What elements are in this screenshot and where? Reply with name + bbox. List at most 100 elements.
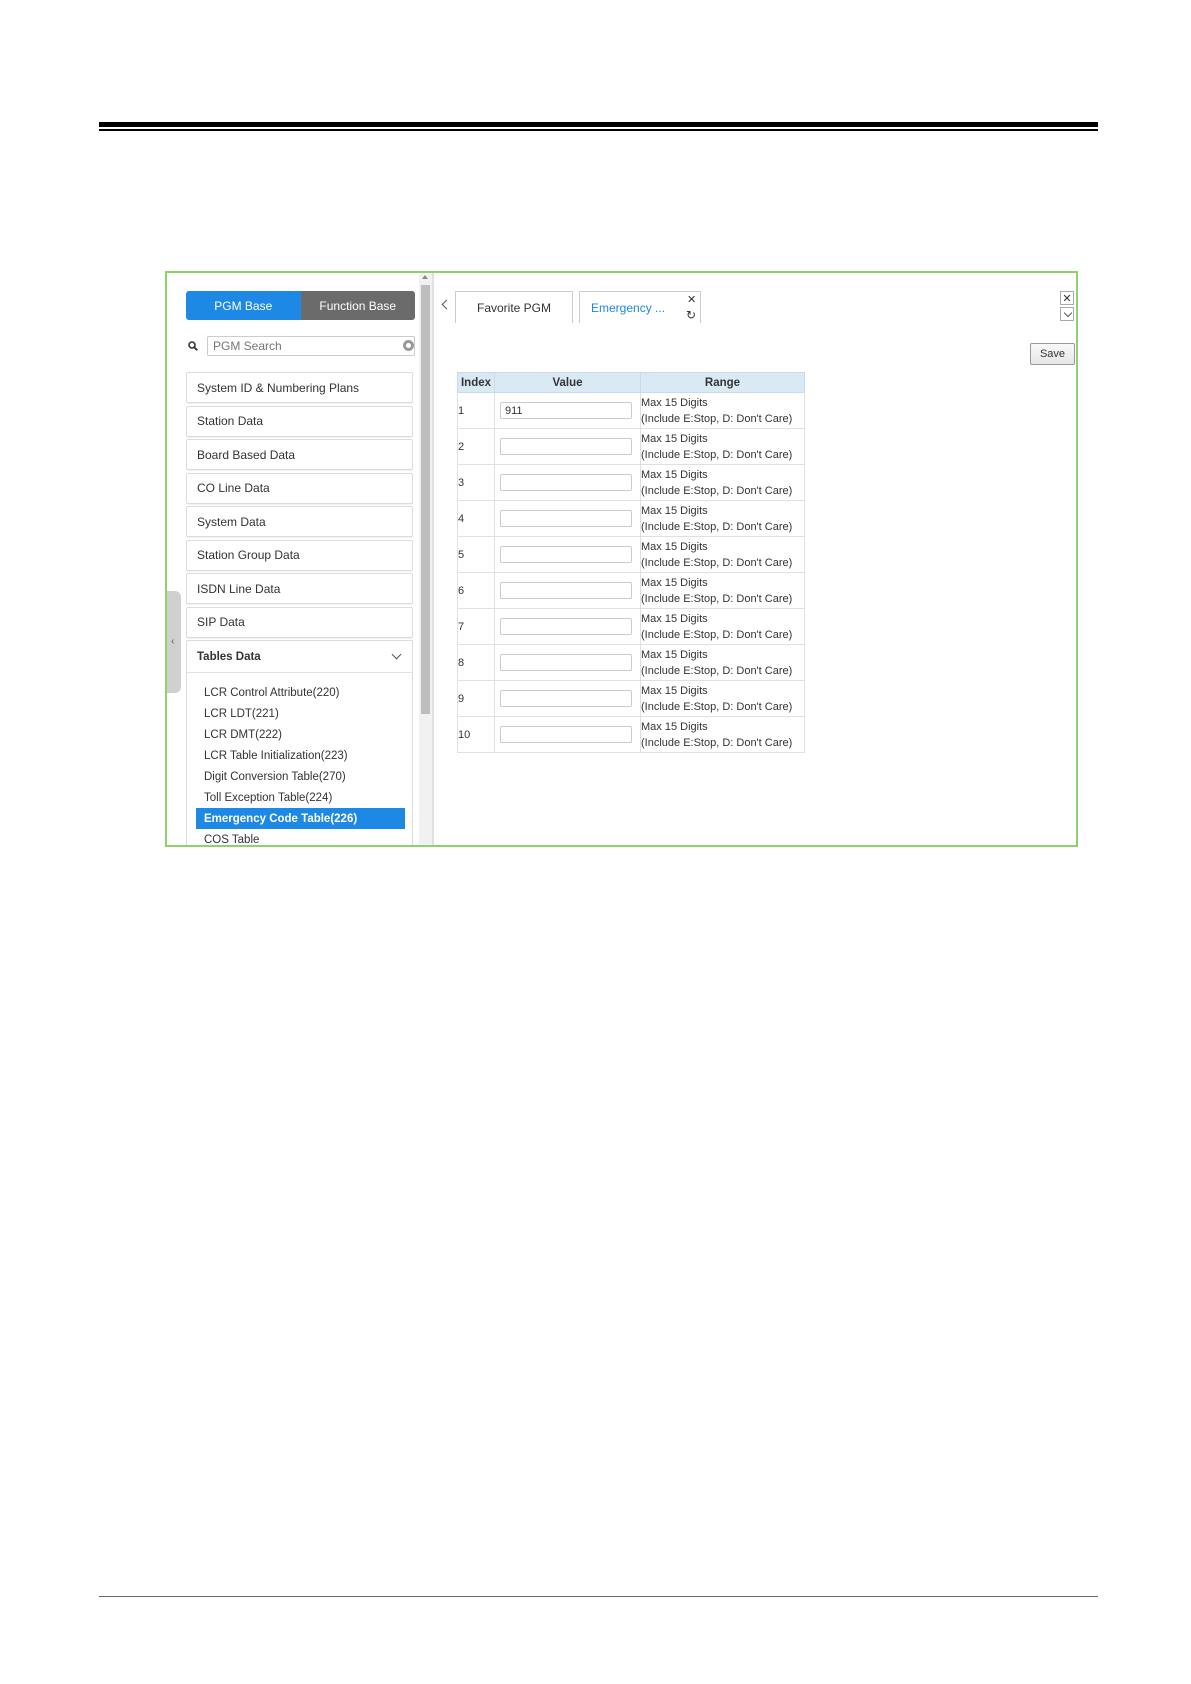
row-index: 2 [457, 428, 495, 465]
tab-emergency-code-table[interactable]: Emergency ... [579, 291, 701, 323]
value-input[interactable] [500, 726, 632, 743]
value-input[interactable] [500, 546, 632, 563]
pgm-search-input[interactable] [207, 336, 415, 356]
value-cell [494, 608, 641, 645]
range-line-2: (Include E:Stop, D: Don't Care) [641, 556, 793, 569]
table-row: 7 Max 15 Digits (Include E:Stop, D: Don't … [457, 608, 805, 645]
value-input[interactable] [500, 654, 632, 671]
function-base-button[interactable]: Function Base [300, 291, 415, 320]
range-cell: Max 15 Digits (Include E:Stop, D: Don't C… [640, 464, 805, 501]
range-line-2: (Include E:Stop, D: Don't Care) [641, 700, 793, 713]
row-index: 10 [457, 716, 495, 753]
sidebar-item-isdn-line-data[interactable]: ISDN Line Data [186, 573, 413, 604]
range-line-1: Max 15 Digits [641, 684, 708, 697]
sidebar-item-system-id[interactable]: System ID & Numbering Plans [186, 372, 413, 403]
value-cell [494, 464, 641, 501]
submenu-item[interactable]: LCR Control Attribute(220) [187, 682, 412, 703]
range-line-2: (Include E:Stop, D: Don't Care) [641, 736, 793, 749]
row-index: 1 [457, 392, 495, 429]
pgm-base-button[interactable]: PGM Base [186, 291, 301, 320]
table-row: 4 Max 15 Digits (Include E:Stop, D: Don't … [457, 500, 805, 537]
sidebar-group-header[interactable]: Tables Data [187, 641, 412, 673]
range-cell: Max 15 Digits (Include E:Stop, D: Don't C… [640, 428, 805, 465]
range-line-2: (Include E:Stop, D: Don't Care) [641, 484, 793, 497]
value-input[interactable] [500, 438, 632, 455]
refresh-icon[interactable]: ↻ [686, 308, 696, 322]
chevron-down-icon[interactable] [1060, 307, 1074, 321]
table-row: 10 Max 15 Digits (Include E:Stop, D: Don't… [457, 716, 805, 753]
scroll-up-arrow-icon[interactable] [422, 275, 428, 279]
chevron-down-icon [391, 649, 402, 660]
value-input[interactable] [500, 510, 632, 527]
sidebar-item-board-based-data[interactable]: Board Based Data [186, 439, 413, 470]
close-panel-icon[interactable]: ✕ [1060, 291, 1074, 305]
range-line-1: Max 15 Digits [641, 576, 708, 589]
sidebar-item-system-data[interactable]: System Data [186, 506, 413, 537]
value-input[interactable] [500, 618, 632, 635]
submenu-item[interactable]: LCR Table Initialization(223) [187, 745, 412, 766]
value-cell [494, 500, 641, 537]
range-cell: Max 15 Digits (Include E:Stop, D: Don't C… [640, 608, 805, 645]
value-input[interactable] [500, 582, 632, 599]
value-cell [494, 536, 641, 573]
range-line-1: Max 15 Digits [641, 540, 708, 553]
panel-divider [432, 273, 434, 845]
submenu-item[interactable]: Digit Conversion Table(270) [187, 766, 412, 787]
value-input[interactable] [500, 690, 632, 707]
close-tab-icon[interactable]: ✕ [687, 293, 696, 306]
row-index: 8 [457, 644, 495, 681]
range-line-2: (Include E:Stop, D: Don't Care) [641, 628, 793, 641]
row-index: 9 [457, 680, 495, 717]
range-line-1: Max 15 Digits [641, 432, 708, 445]
sidebar-item-co-line-data[interactable]: CO Line Data [186, 472, 413, 504]
table-row: 3 Max 15 Digits (Include E:Stop, D: Don't … [457, 464, 805, 501]
range-line-1: Max 15 Digits [641, 648, 708, 661]
value-input[interactable] [500, 402, 632, 419]
value-cell [494, 428, 641, 465]
table-row: 2 Max 15 Digits (Include E:Stop, D: Don't … [457, 428, 805, 465]
submenu-item[interactable]: COS Table [187, 829, 412, 846]
collapse-sidebar-handle[interactable]: ‹ [167, 591, 181, 693]
sidebar-group-title: Tables Data [197, 650, 261, 663]
submenu-item-active[interactable]: Emergency Code Table(226) [196, 808, 405, 829]
range-line-1: Max 15 Digits [641, 504, 708, 517]
row-index: 3 [457, 464, 495, 501]
row-index: 5 [457, 536, 495, 573]
sidebar-group-tables-data: Tables Data LCR Control Attribute(220) L… [186, 640, 413, 846]
page-top-rule [99, 122, 1098, 127]
chevron-left-icon: ‹ [171, 636, 175, 647]
submenu-item[interactable]: LCR LDT(221) [187, 703, 412, 724]
sidebar-item-station-group-data[interactable]: Station Group Data [186, 539, 413, 571]
clear-search-icon[interactable] [403, 340, 414, 351]
left-panel: PGM Base Function Base System ID & Numbe… [167, 273, 432, 845]
value-cell [494, 680, 641, 717]
submenu-item[interactable]: Toll Exception Table(224) [187, 787, 412, 808]
tab-favorite-pgm[interactable]: Favorite PGM [455, 291, 573, 323]
sidebar-item-sip-data[interactable]: SIP Data [186, 606, 413, 638]
search-icon [188, 341, 198, 351]
column-header-index: Index [457, 372, 495, 393]
table-row: 5 Max 15 Digits (Include E:Stop, D: Don't … [457, 536, 805, 573]
sidebar-item-station-data[interactable]: Station Data [186, 405, 413, 437]
value-cell [494, 392, 641, 429]
sidebar-scrollbar[interactable] [419, 273, 432, 845]
scroll-thumb[interactable] [421, 285, 430, 714]
range-cell: Max 15 Digits (Include E:Stop, D: Don't C… [640, 536, 805, 573]
tab-scroll-left-icon[interactable] [441, 299, 452, 310]
value-input[interactable] [500, 474, 632, 491]
range-line-2: (Include E:Stop, D: Don't Care) [641, 520, 793, 533]
table-row: 1 Max 15 Digits (Include E:Stop, D: Don't … [457, 392, 805, 429]
value-cell [494, 644, 641, 681]
page-top-rule-thin [99, 129, 1098, 131]
sidebar-nav: System ID & Numbering Plans Station Data… [186, 372, 413, 846]
range-line-2: (Include E:Stop, D: Don't Care) [641, 412, 793, 425]
range-cell: Max 15 Digits (Include E:Stop, D: Don't C… [640, 500, 805, 537]
range-cell: Max 15 Digits (Include E:Stop, D: Don't C… [640, 572, 805, 609]
save-button[interactable]: Save [1030, 343, 1075, 365]
submenu-item[interactable]: LCR DMT(222) [187, 724, 412, 745]
range-line-1: Max 15 Digits [641, 468, 708, 481]
range-cell: Max 15 Digits (Include E:Stop, D: Don't C… [640, 716, 805, 753]
range-cell: Max 15 Digits (Include E:Stop, D: Don't C… [640, 680, 805, 717]
table-row: 6 Max 15 Digits (Include E:Stop, D: Don't … [457, 572, 805, 609]
row-index: 4 [457, 500, 495, 537]
